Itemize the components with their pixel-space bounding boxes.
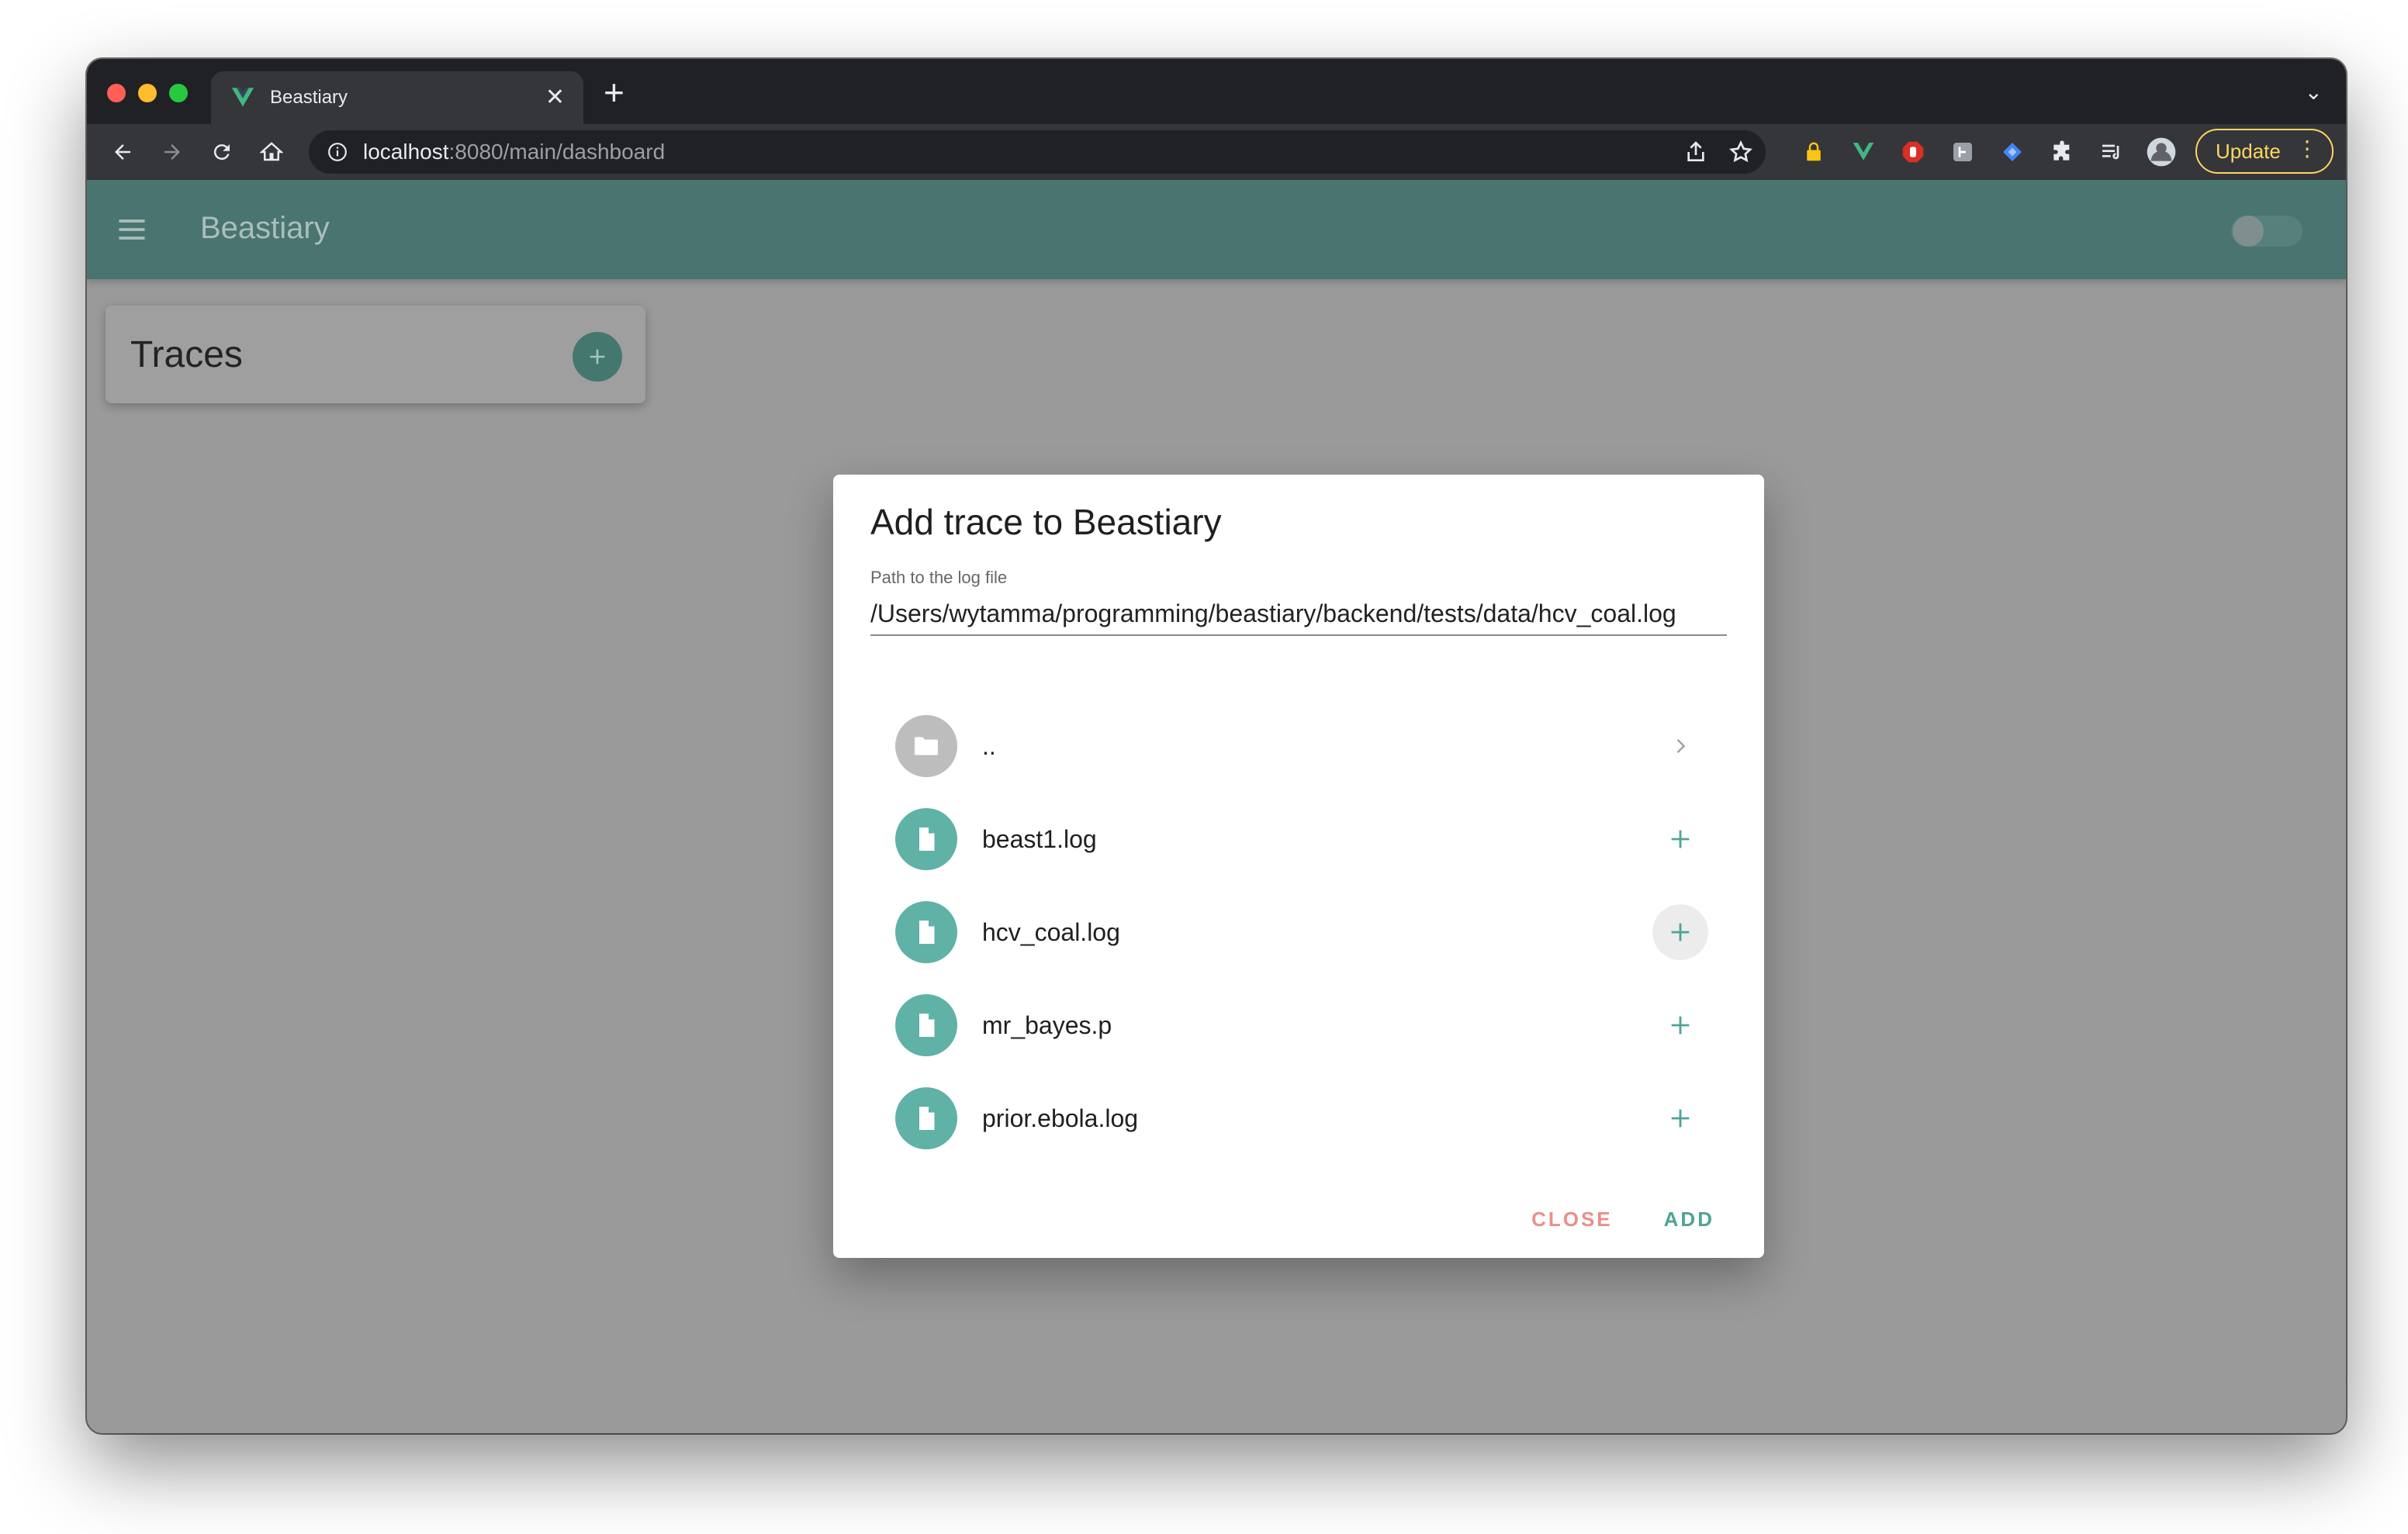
close-window-button[interactable] — [107, 84, 126, 102]
minimize-window-button[interactable] — [138, 84, 157, 102]
update-label: Update — [2216, 139, 2281, 163]
list-item-label: mr_bayes.p — [982, 1011, 1112, 1039]
list-item-label: hcv_coal.log — [982, 917, 1120, 946]
dialog-title: Add trace to Beastiary — [870, 502, 1222, 542]
close-button[interactable]: CLOSE — [1531, 1208, 1613, 1232]
app-content: Beastiary Traces Add trace to Beastiary … — [87, 180, 2346, 1433]
file-icon — [895, 994, 957, 1056]
profile-avatar[interactable] — [2144, 135, 2178, 169]
path-input[interactable] — [870, 593, 1727, 636]
add-file-button[interactable] — [1652, 811, 1708, 867]
add-file-button[interactable] — [1652, 1090, 1708, 1146]
list-item-file[interactable]: hcv_coal.log — [895, 886, 1718, 979]
theme-toggle-thumb[interactable] — [2233, 216, 2264, 247]
traces-card: Traces — [106, 306, 645, 403]
add-trace-button[interactable] — [573, 332, 622, 382]
list-item-parent-folder[interactable]: .. — [895, 700, 1718, 793]
url-host: localhost — [363, 140, 449, 164]
file-icon — [895, 1087, 957, 1149]
reading-list-icon[interactable] — [2095, 135, 2129, 169]
lock-extension-icon[interactable] — [1797, 135, 1831, 169]
tab-title: Beastiary — [270, 87, 348, 108]
browser-tab[interactable]: Beastiary ✕ — [211, 71, 583, 124]
app-title: Beastiary — [200, 211, 330, 245]
add-button[interactable]: ADD — [1664, 1208, 1714, 1232]
list-item-label: beast1.log — [982, 824, 1097, 853]
plus-icon — [1671, 1016, 1690, 1035]
adblock-icon[interactable] — [1896, 135, 1930, 169]
url-path: :8080/main/dashboard — [448, 140, 666, 164]
more-vert-icon[interactable]: ⋮ — [2296, 138, 2318, 160]
grey-extension-icon[interactable] — [1946, 135, 1980, 169]
list-item-file[interactable]: mr_bayes.p — [895, 979, 1718, 1072]
file-icon — [895, 901, 957, 963]
browser-toolbar: localhost:8080/main/dashboard Update ⋮ — [87, 124, 2346, 180]
list-item-file[interactable]: beast1.log — [895, 793, 1718, 886]
back-icon[interactable] — [106, 135, 140, 169]
list-item-label: .. — [982, 731, 996, 760]
plus-icon — [1671, 1109, 1690, 1128]
close-tab-icon[interactable]: ✕ — [545, 86, 565, 109]
folder-icon — [895, 715, 957, 777]
chevron-right-icon[interactable] — [1652, 718, 1708, 774]
dialog-actions: CLOSE ADD — [1531, 1208, 1714, 1232]
add-file-button[interactable] — [1652, 997, 1708, 1053]
menu-icon[interactable] — [115, 212, 149, 247]
update-button[interactable]: Update ⋮ — [2195, 129, 2334, 174]
plus-icon — [1671, 830, 1690, 848]
blue-extension-icon[interactable] — [1995, 135, 2029, 169]
file-icon — [895, 808, 957, 870]
chevron-down-icon[interactable]: ⌄ — [2305, 79, 2323, 105]
add-trace-dialog: Add trace to Beastiary Path to the log f… — [833, 475, 1764, 1258]
share-icon[interactable] — [1683, 140, 1708, 164]
file-list: .. beast1.log hcv_coal.log mr_bayes.p pr… — [895, 700, 1718, 1165]
plus-icon — [1671, 923, 1690, 941]
traces-title: Traces — [130, 334, 243, 375]
address-bar[interactable]: localhost:8080/main/dashboard — [309, 130, 1766, 174]
forward-icon[interactable] — [155, 135, 189, 169]
add-file-button[interactable] — [1652, 904, 1708, 960]
home-icon[interactable] — [254, 135, 289, 169]
maximize-window-button[interactable] — [169, 84, 188, 102]
plus-icon — [590, 349, 605, 364]
tab-strip: Beastiary ✕ + ⌄ — [87, 59, 2346, 124]
app-bar: Beastiary — [87, 180, 2346, 279]
reload-icon[interactable] — [205, 135, 239, 169]
browser-window: Beastiary ✕ + ⌄ localhost:8080/main/dash… — [87, 59, 2346, 1433]
path-field-label: Path to the log file — [870, 568, 1008, 587]
vue-devtools-icon[interactable] — [1846, 135, 1880, 169]
extensions-puzzle-icon[interactable] — [2045, 135, 2079, 169]
info-icon[interactable] — [327, 142, 348, 162]
list-item-label: prior.ebola.log — [982, 1104, 1139, 1132]
vue-logo-icon — [231, 88, 254, 107]
bookmark-star-icon[interactable] — [1728, 140, 1753, 164]
list-item-file[interactable]: prior.ebola.log — [895, 1072, 1718, 1165]
new-tab-button[interactable]: + — [604, 74, 624, 110]
